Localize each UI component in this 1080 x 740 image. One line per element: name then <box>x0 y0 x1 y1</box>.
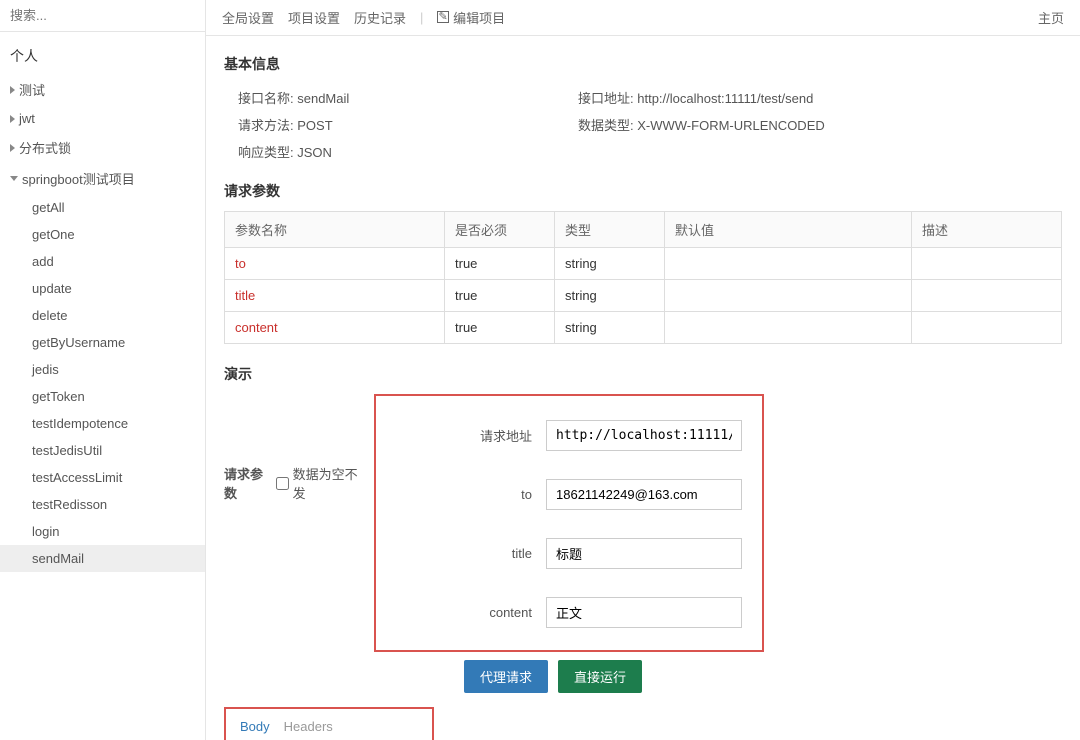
nav-edit-project-label: 编辑项目 <box>453 11 505 26</box>
nav-edit-project[interactable]: 编辑项目 <box>437 8 505 27</box>
col-desc: 描述 <box>912 212 1062 248</box>
sidebar-child-jedis[interactable]: jedis <box>0 356 205 383</box>
field-to-input[interactable] <box>546 479 742 510</box>
field-content-label: content <box>446 605 546 620</box>
basic-info-title: 基本信息 <box>224 54 1062 74</box>
tab-headers[interactable]: Headers <box>284 719 333 740</box>
topbar: 全局设置 项目设置 历史记录 | 编辑项目 主页 <box>206 0 1080 36</box>
sidebar-child-getone[interactable]: getOne <box>0 221 205 248</box>
info-datatype: 数据类型: X-WWW-FORM-URLENCODED <box>578 111 998 138</box>
sidebar-personal-header: 个人 <box>0 32 205 74</box>
info-resptype: 响应类型: JSON <box>238 138 578 165</box>
edit-icon <box>437 11 449 23</box>
content: 基本信息 接口名称: sendMail 接口地址: http://localho… <box>206 36 1080 740</box>
table-row: content true string <box>225 312 1062 344</box>
field-title-label: title <box>446 546 546 561</box>
caret-down-icon <box>10 176 18 181</box>
req-url-input[interactable] <box>546 420 742 451</box>
sidebar-tree: 测试 jwt 分布式锁 springboot测试项目 getAll getOne… <box>0 74 205 740</box>
response-tabs: Body Headers <box>226 709 432 740</box>
sidebar-child-update[interactable]: update <box>0 275 205 302</box>
sidebar-child-add[interactable]: add <box>0 248 205 275</box>
field-title-input[interactable] <box>546 538 742 569</box>
req-params-label: 请求参数 <box>224 464 272 502</box>
sidebar-child-delete[interactable]: delete <box>0 302 205 329</box>
sidebar-child-getall[interactable]: getAll <box>0 194 205 221</box>
sidebar-item-label: springboot测试项目 <box>22 169 135 188</box>
main: 全局设置 项目设置 历史记录 | 编辑项目 主页 基本信息 接口名称: send… <box>206 0 1080 740</box>
col-default: 默认值 <box>665 212 912 248</box>
sidebar-child-testidempotence[interactable]: testIdempotence <box>0 410 205 437</box>
sidebar-item-springboot[interactable]: springboot测试项目 <box>0 163 205 194</box>
demo-left-column: 请求参数 数据为空不发 <box>224 394 364 652</box>
nav-home[interactable]: 主页 <box>1038 8 1064 27</box>
sidebar-item-distlock[interactable]: 分布式锁 <box>0 132 205 163</box>
caret-right-icon <box>10 86 15 94</box>
search-box <box>0 0 205 32</box>
nav-global-settings[interactable]: 全局设置 <box>222 8 274 27</box>
table-row: title true string <box>225 280 1062 312</box>
divider: | <box>420 10 423 25</box>
sidebar-child-getbyusername[interactable]: getByUsername <box>0 329 205 356</box>
field-content-input[interactable] <box>546 597 742 628</box>
caret-right-icon <box>10 115 15 123</box>
tab-body[interactable]: Body <box>240 719 270 740</box>
params-title: 请求参数 <box>224 181 1062 201</box>
req-url-label: 请求地址 <box>446 426 546 445</box>
sidebar-item-label: 分布式锁 <box>19 138 71 157</box>
empty-nosend-label: 数据为空不发 <box>293 464 364 502</box>
sidebar: 个人 测试 jwt 分布式锁 springboot测试项目 getAll get… <box>0 0 206 740</box>
sidebar-child-gettoken[interactable]: getToken <box>0 383 205 410</box>
direct-run-button[interactable]: 直接运行 <box>558 660 642 693</box>
col-name: 参数名称 <box>225 212 445 248</box>
nav-project-settings[interactable]: 项目设置 <box>288 8 340 27</box>
sidebar-child-testaccesslimit[interactable]: testAccessLimit <box>0 464 205 491</box>
sidebar-child-testjedisutil[interactable]: testJedisUtil <box>0 437 205 464</box>
field-to-label: to <box>446 487 546 502</box>
sidebar-item-label: 测试 <box>19 80 45 99</box>
demo-highlight-box: 请求地址 to title content <box>374 394 764 652</box>
info-method: 请求方法: POST <box>238 111 578 138</box>
col-required: 是否必须 <box>445 212 555 248</box>
empty-nosend-checkbox[interactable] <box>276 477 289 490</box>
sidebar-item-test[interactable]: 测试 <box>0 74 205 105</box>
sidebar-child-testredisson[interactable]: testRedisson <box>0 491 205 518</box>
search-input[interactable] <box>10 8 195 23</box>
caret-right-icon <box>10 144 15 152</box>
nav-history[interactable]: 历史记录 <box>354 8 406 27</box>
sidebar-child-login[interactable]: login <box>0 518 205 545</box>
table-row: to true string <box>225 248 1062 280</box>
col-type: 类型 <box>555 212 665 248</box>
response-highlight-box: Body Headers {- "status": 0, "msg": "邮件发… <box>224 707 434 740</box>
basic-info-grid: 接口名称: sendMail 接口地址: http://localhost:11… <box>224 84 1062 165</box>
button-row: 代理请求 直接运行 <box>224 660 1062 693</box>
info-name: 接口名称: sendMail <box>238 84 578 111</box>
sidebar-child-sendmail[interactable]: sendMail <box>0 545 205 572</box>
sidebar-item-jwt[interactable]: jwt <box>0 105 205 132</box>
sidebar-item-label: jwt <box>19 111 35 126</box>
info-url: 接口地址: http://localhost:11111/test/send <box>578 84 998 111</box>
demo-title: 演示 <box>224 364 1062 384</box>
proxy-request-button[interactable]: 代理请求 <box>464 660 548 693</box>
params-table: 参数名称 是否必须 类型 默认值 描述 to true string <box>224 211 1062 344</box>
